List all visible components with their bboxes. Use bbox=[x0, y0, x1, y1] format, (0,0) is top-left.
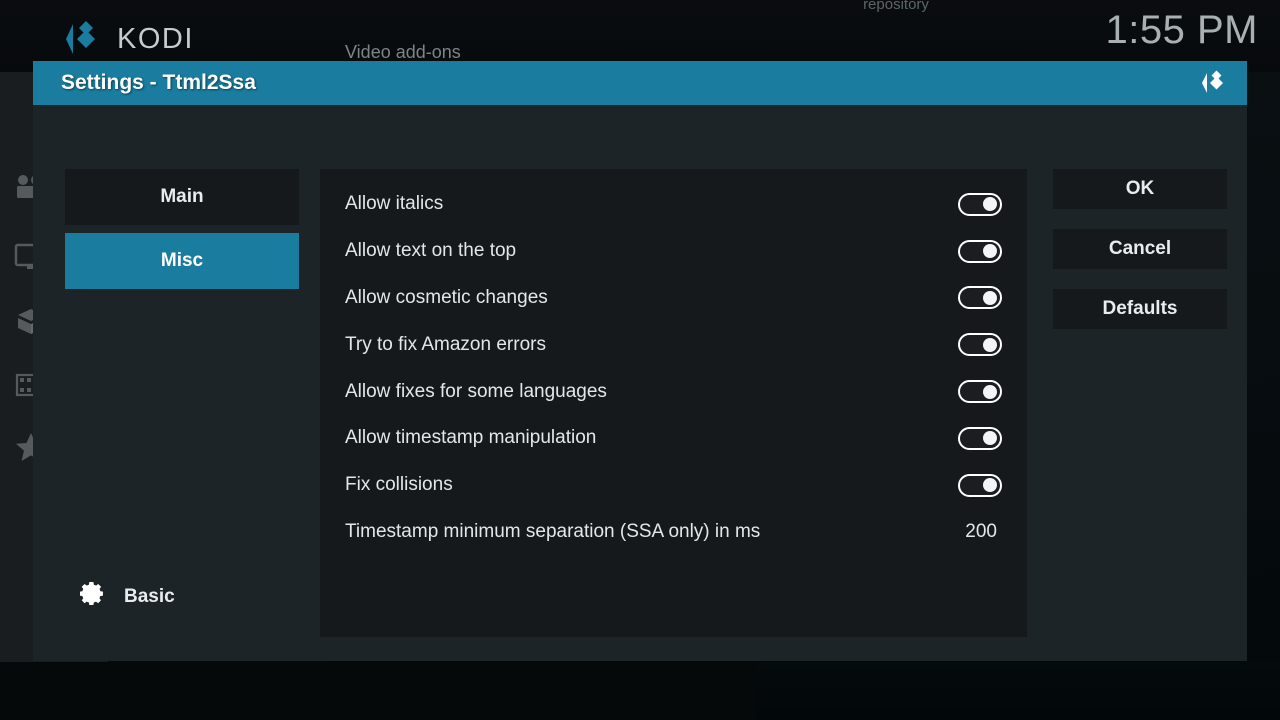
setting-row-try-to-fix-amazon-errors[interactable]: Try to fix Amazon errors bbox=[345, 321, 1002, 368]
setting-value: 200 bbox=[965, 520, 997, 542]
nav-item-main[interactable]: Main bbox=[65, 169, 299, 225]
toggle-knob bbox=[983, 478, 997, 493]
setting-row-allow-cosmetic-changes[interactable]: Allow cosmetic changes bbox=[345, 275, 1002, 322]
kodi-brand: KODI bbox=[62, 18, 194, 60]
backdrop-tile-label: repository bbox=[863, 0, 929, 13]
ok-button-label: OK bbox=[1125, 178, 1155, 199]
setting-label: Allow text on the top bbox=[345, 240, 517, 262]
system-clock: 1:55 PM bbox=[1105, 8, 1258, 52]
dialog-actions: OK Cancel Defaults bbox=[1053, 169, 1227, 349]
cancel-button-label: Cancel bbox=[1108, 238, 1172, 259]
kodi-logo-icon bbox=[62, 18, 104, 60]
nav-item-misc[interactable]: Misc bbox=[65, 233, 299, 289]
backdrop-tile bbox=[345, 0, 573, 2]
toggle-knob bbox=[983, 244, 997, 259]
toggle-knob bbox=[983, 431, 997, 446]
toggle-knob bbox=[983, 384, 997, 399]
setting-label: Allow fixes for some languages bbox=[345, 380, 607, 402]
settings-category-nav: Main Misc bbox=[65, 169, 299, 297]
ok-button[interactable]: OK bbox=[1053, 169, 1227, 209]
backdrop-tile bbox=[585, 0, 770, 2]
setting-label: Allow italics bbox=[345, 193, 444, 215]
settings-level-toggle[interactable]: Basic bbox=[78, 580, 175, 613]
setting-toggle[interactable] bbox=[958, 239, 1002, 263]
setting-label: Allow cosmetic changes bbox=[345, 286, 548, 308]
toggle-knob bbox=[983, 197, 997, 212]
defaults-button-label: Defaults bbox=[1102, 298, 1178, 319]
brand-name: KODI bbox=[117, 22, 194, 55]
setting-label: Fix collisions bbox=[345, 474, 453, 496]
setting-row-timestamp-minimum-separation[interactable]: Timestamp minimum separation (SSA only) … bbox=[345, 509, 1002, 556]
setting-row-fix-collisions[interactable]: Fix collisions bbox=[345, 462, 1002, 509]
toggle-knob bbox=[983, 290, 997, 305]
settings-level-label: Basic bbox=[124, 585, 175, 607]
setting-row-allow-fixes-for-some-languages[interactable]: Allow fixes for some languages bbox=[345, 368, 1002, 415]
setting-toggle[interactable] bbox=[958, 473, 1002, 497]
nav-item-label: Misc bbox=[160, 250, 204, 271]
setting-row-allow-timestamp-manipulation[interactable]: Allow timestamp manipulation bbox=[345, 415, 1002, 462]
setting-label: Allow timestamp manipulation bbox=[345, 427, 597, 449]
setting-toggle[interactable] bbox=[958, 380, 1002, 404]
setting-label: Try to fix Amazon errors bbox=[345, 333, 546, 355]
nav-item-label: Main bbox=[160, 186, 204, 207]
gear-icon bbox=[78, 580, 106, 613]
settings-dialog: Settings - Ttml2Ssa Main Misc Basic Allo… bbox=[33, 61, 1247, 661]
setting-toggle[interactable] bbox=[958, 286, 1002, 310]
setting-row-allow-italics[interactable]: Allow italics bbox=[345, 181, 1002, 228]
settings-list: Allow italics Allow text on the top Allo… bbox=[320, 169, 1027, 637]
kodi-logo-icon bbox=[1199, 68, 1229, 98]
setting-label: Timestamp minimum separation (SSA only) … bbox=[345, 520, 761, 542]
backdrop-bottom-left bbox=[0, 662, 756, 720]
cancel-button[interactable]: Cancel bbox=[1053, 229, 1227, 269]
setting-toggle[interactable] bbox=[958, 426, 1002, 450]
setting-toggle[interactable] bbox=[958, 333, 1002, 357]
defaults-button[interactable]: Defaults bbox=[1053, 289, 1227, 329]
backdrop-section-label: Video add-ons bbox=[345, 42, 461, 62]
dialog-header: Settings - Ttml2Ssa bbox=[33, 61, 1247, 105]
setting-row-allow-text-on-the-top[interactable]: Allow text on the top bbox=[345, 228, 1002, 275]
dialog-body: Main Misc Basic Allow italics Allow text… bbox=[33, 105, 1247, 661]
toggle-knob bbox=[983, 337, 997, 352]
dialog-title: Settings - Ttml2Ssa bbox=[61, 71, 256, 94]
setting-toggle[interactable] bbox=[958, 192, 1002, 216]
